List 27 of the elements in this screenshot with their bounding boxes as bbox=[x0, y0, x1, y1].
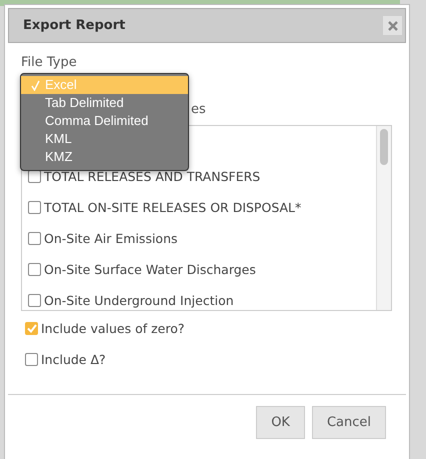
checkbox[interactable] bbox=[28, 294, 41, 307]
value-label: On-Site Surface Water Discharges bbox=[44, 262, 256, 277]
dialog-title: Export Report bbox=[23, 18, 126, 33]
checkbox[interactable] bbox=[25, 322, 38, 335]
checkbox[interactable] bbox=[28, 263, 41, 276]
value-label: On-Site Air Emissions bbox=[44, 231, 178, 246]
close-button[interactable] bbox=[383, 16, 402, 35]
checkbox[interactable] bbox=[28, 170, 41, 183]
file-type-option[interactable]: Tab Delimited bbox=[21, 94, 188, 112]
ok-button[interactable]: OK bbox=[256, 406, 305, 439]
option-label: Include Δ? bbox=[41, 352, 106, 367]
option-label: Include values of zero? bbox=[41, 321, 185, 336]
file-type-option[interactable]: Comma Delimited bbox=[21, 112, 188, 130]
checkbox[interactable] bbox=[25, 353, 38, 366]
value-label: TOTAL ON-SITE RELEASES OR DISPOSAL* bbox=[44, 200, 302, 215]
file-type-label: File Type bbox=[21, 55, 78, 72]
check-icon bbox=[31, 80, 40, 90]
value-label: On-Site Underground Injection bbox=[44, 293, 234, 308]
checkbox[interactable] bbox=[28, 232, 41, 245]
values-label: es bbox=[191, 102, 206, 117]
file-type-option[interactable]: KMZ bbox=[21, 148, 188, 166]
file-type-option[interactable]: KML bbox=[21, 130, 188, 148]
value-label: TOTAL RELEASES AND TRANSFERS bbox=[44, 169, 260, 184]
checkbox[interactable] bbox=[28, 201, 41, 214]
cancel-button[interactable]: Cancel bbox=[312, 406, 386, 439]
scrollbar[interactable] bbox=[376, 126, 391, 310]
close-icon bbox=[388, 20, 398, 30]
